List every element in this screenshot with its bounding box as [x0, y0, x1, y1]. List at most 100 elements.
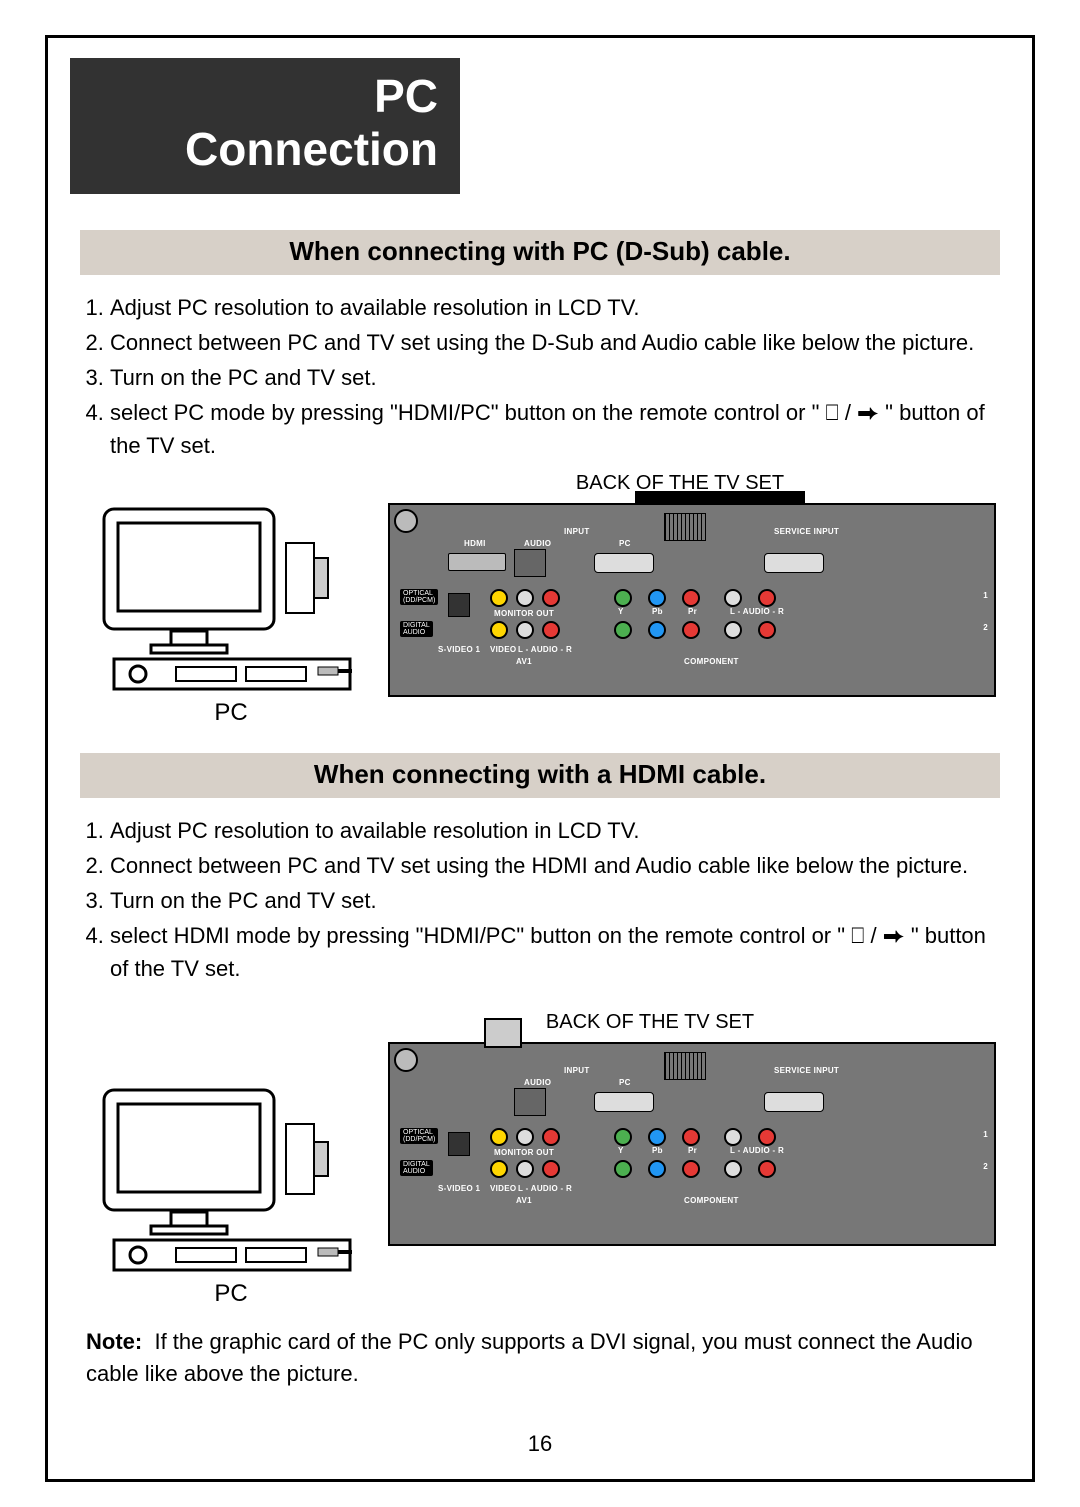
jack-icon	[724, 1128, 742, 1146]
jack-icon	[490, 1128, 508, 1146]
lbl-digital-audio: DIGITAL AUDIO	[400, 621, 433, 638]
hdmi-port-icon	[448, 553, 506, 571]
jack-icon	[682, 1128, 700, 1146]
lbl-row2: 2	[983, 1162, 988, 1171]
pc-label: PC	[214, 1280, 247, 1308]
jack-icon	[614, 621, 632, 639]
jack-icon	[490, 1160, 508, 1178]
lbl-av1: AV1	[516, 657, 532, 666]
lbl-pb: Pb	[652, 1146, 663, 1155]
back-of-tv-label: BACK OF THE TV SET	[296, 1011, 1004, 1034]
jack-icon	[516, 589, 534, 607]
jack-icon	[682, 589, 700, 607]
pc-vga-port-icon	[594, 1092, 654, 1112]
steps-list-dsub: Adjust PC resolution to available resolu…	[84, 291, 996, 464]
step: Turn on the PC and TV set.	[110, 884, 996, 917]
step-text: select PC mode by pressing "HDMI/PC" but…	[110, 400, 985, 458]
pc-vga-port-icon	[594, 553, 654, 573]
jack-icon	[516, 621, 534, 639]
lbl-laudio-r: L - AUDIO - R	[730, 607, 784, 616]
tv-back-panel: INPUT SERVICE INPUT HDMI AUDIO PC	[388, 503, 996, 697]
jack-icon	[542, 1160, 560, 1178]
page-title: PC Connection	[70, 58, 460, 194]
lbl-component: COMPONENT	[684, 1196, 739, 1205]
optical-port-icon	[448, 1132, 470, 1156]
jack-icon	[542, 589, 560, 607]
antenna-port-icon	[664, 513, 706, 541]
note-block: Note: If the graphic card of the PC only…	[86, 1326, 994, 1390]
lbl-hdmi: HDMI	[464, 539, 486, 548]
optical-port-icon	[448, 593, 470, 617]
pc-illustration: PC	[86, 1042, 376, 1308]
lbl-svideo: S-VIDEO 1	[438, 645, 480, 654]
lbl-service-input: SERVICE INPUT	[774, 527, 839, 536]
jack-icon	[758, 1160, 776, 1178]
jack-icon	[682, 1160, 700, 1178]
jack-icon	[724, 589, 742, 607]
lbl-service-input: SERVICE INPUT	[774, 1066, 839, 1075]
service-port-icon	[764, 553, 824, 573]
note-body: If the graphic card of the PC only suppo…	[86, 1329, 973, 1386]
svideo-port-icon	[394, 509, 418, 533]
section-heading-dsub: When connecting with PC (D-Sub) cable.	[80, 230, 1000, 275]
lbl-input: INPUT	[564, 527, 590, 536]
lbl-video: VIDEO	[490, 1184, 516, 1193]
tv-back-panel: INPUT SERVICE INPUT AUDIO PC OPTICAL (DD…	[388, 1042, 996, 1246]
lbl-pr: Pr	[688, 607, 697, 616]
pc-monitor-icon	[96, 503, 366, 693]
lbl-pc: PC	[619, 1078, 631, 1087]
jack-icon	[758, 1128, 776, 1146]
lbl-laudio-r: L - AUDIO - R	[730, 1146, 784, 1155]
step: Connect between PC and TV set using the …	[110, 326, 996, 359]
note-label: Note:	[86, 1329, 142, 1354]
step: select PC mode by pressing "HDMI/PC" but…	[110, 396, 996, 462]
jack-icon	[614, 1128, 632, 1146]
service-port-icon	[764, 1092, 824, 1112]
lbl-component: COMPONENT	[684, 657, 739, 666]
jack-icon	[490, 589, 508, 607]
lbl-input: INPUT	[564, 1066, 590, 1075]
jack-icon	[648, 1128, 666, 1146]
section-heading-hdmi: When connecting with a HDMI cable.	[80, 753, 1000, 798]
antenna-port-icon	[664, 1052, 706, 1080]
jack-icon	[516, 1160, 534, 1178]
lbl-pr: Pr	[688, 1146, 697, 1155]
lbl-svideo: S-VIDEO 1	[438, 1184, 480, 1193]
steps-list-hdmi: Adjust PC resolution to available resolu…	[84, 814, 996, 987]
lbl-optical: OPTICAL (DD/PCM)	[400, 1128, 438, 1145]
lbl-row1: 1	[983, 1130, 988, 1139]
lbl-video: VIDEO	[490, 645, 516, 654]
lbl-laudio-r2: L - AUDIO - R	[518, 645, 572, 654]
lbl-pc: PC	[619, 539, 631, 548]
lbl-av1: AV1	[516, 1196, 532, 1205]
jack-icon	[648, 589, 666, 607]
jack-icon	[758, 589, 776, 607]
jack-icon	[648, 1160, 666, 1178]
step-text: select HDMI mode by pressing "HDMI/PC" b…	[110, 923, 986, 981]
pc-label: PC	[214, 699, 247, 727]
pc-monitor-icon	[96, 1084, 366, 1274]
jack-icon	[516, 1128, 534, 1146]
step: Turn on the PC and TV set.	[110, 361, 996, 394]
lbl-y: Y	[618, 607, 624, 616]
jack-icon	[542, 1128, 560, 1146]
lbl-pb: Pb	[652, 607, 663, 616]
diagram-hdmi: PC INPUT SERVICE INPUT AUDIO PC	[86, 1042, 996, 1308]
lbl-monitor-out: MONITOR OUT	[494, 609, 554, 618]
audio-port-icon	[514, 549, 546, 577]
lbl-row2: 2	[983, 623, 988, 632]
step: Adjust PC resolution to available resolu…	[110, 814, 996, 847]
page-title-line2: Connection	[92, 123, 438, 176]
lbl-audio: AUDIO	[524, 539, 551, 548]
lbl-optical: OPTICAL (DD/PCM)	[400, 589, 438, 606]
hdmi-plug-icon	[484, 1018, 522, 1048]
jack-icon	[724, 621, 742, 639]
page-title-line1: PC	[92, 70, 438, 123]
jack-icon	[614, 1160, 632, 1178]
lbl-y: Y	[618, 1146, 624, 1155]
lbl-row1: 1	[983, 591, 988, 600]
jack-icon	[758, 621, 776, 639]
jack-icon	[724, 1160, 742, 1178]
lbl-digital-audio: DIGITAL AUDIO	[400, 1160, 433, 1177]
step: Adjust PC resolution to available resolu…	[110, 291, 996, 324]
